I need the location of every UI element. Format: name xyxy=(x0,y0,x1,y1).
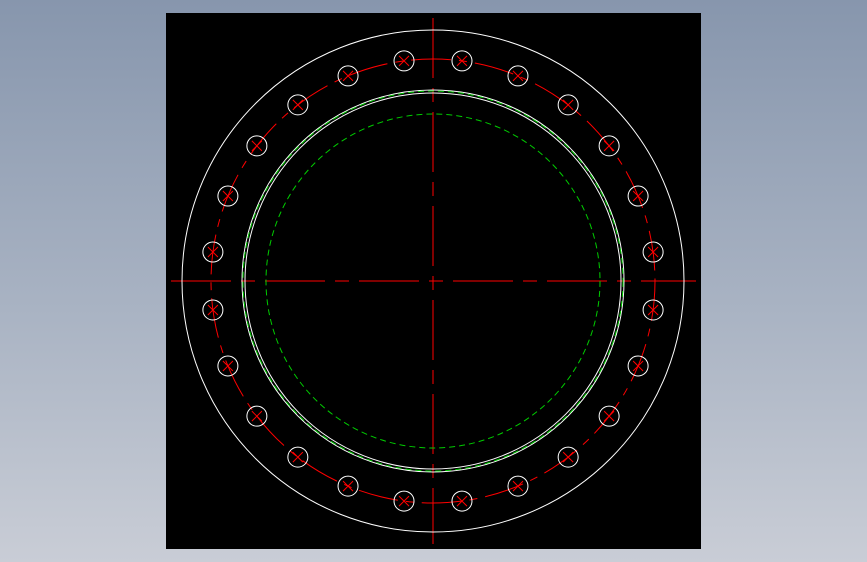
bolt-hole-center-mark xyxy=(222,190,234,202)
bolt-hole-center-mark xyxy=(603,410,615,422)
flange-drawing xyxy=(171,18,696,544)
bolt-hole-center-mark xyxy=(222,360,234,372)
bolt-hole-center-mark xyxy=(342,70,354,82)
bolt-hole-center-mark xyxy=(512,480,524,492)
bolt-hole-center-mark xyxy=(251,410,263,422)
bolt-hole-center-mark xyxy=(251,140,263,152)
bolt-hole-center-mark xyxy=(632,360,644,372)
bolt-hole-center-mark xyxy=(632,190,644,202)
bolt-hole-center-mark xyxy=(562,451,574,463)
bolt-hole-center-mark xyxy=(603,140,615,152)
bolt-hole-center-mark xyxy=(292,451,304,463)
cad-viewport[interactable] xyxy=(166,13,701,549)
bolt-hole-center-mark xyxy=(512,70,524,82)
bolt-hole-center-mark xyxy=(562,99,574,111)
bolt-hole-center-mark xyxy=(342,480,354,492)
bolt-hole-center-mark xyxy=(292,99,304,111)
